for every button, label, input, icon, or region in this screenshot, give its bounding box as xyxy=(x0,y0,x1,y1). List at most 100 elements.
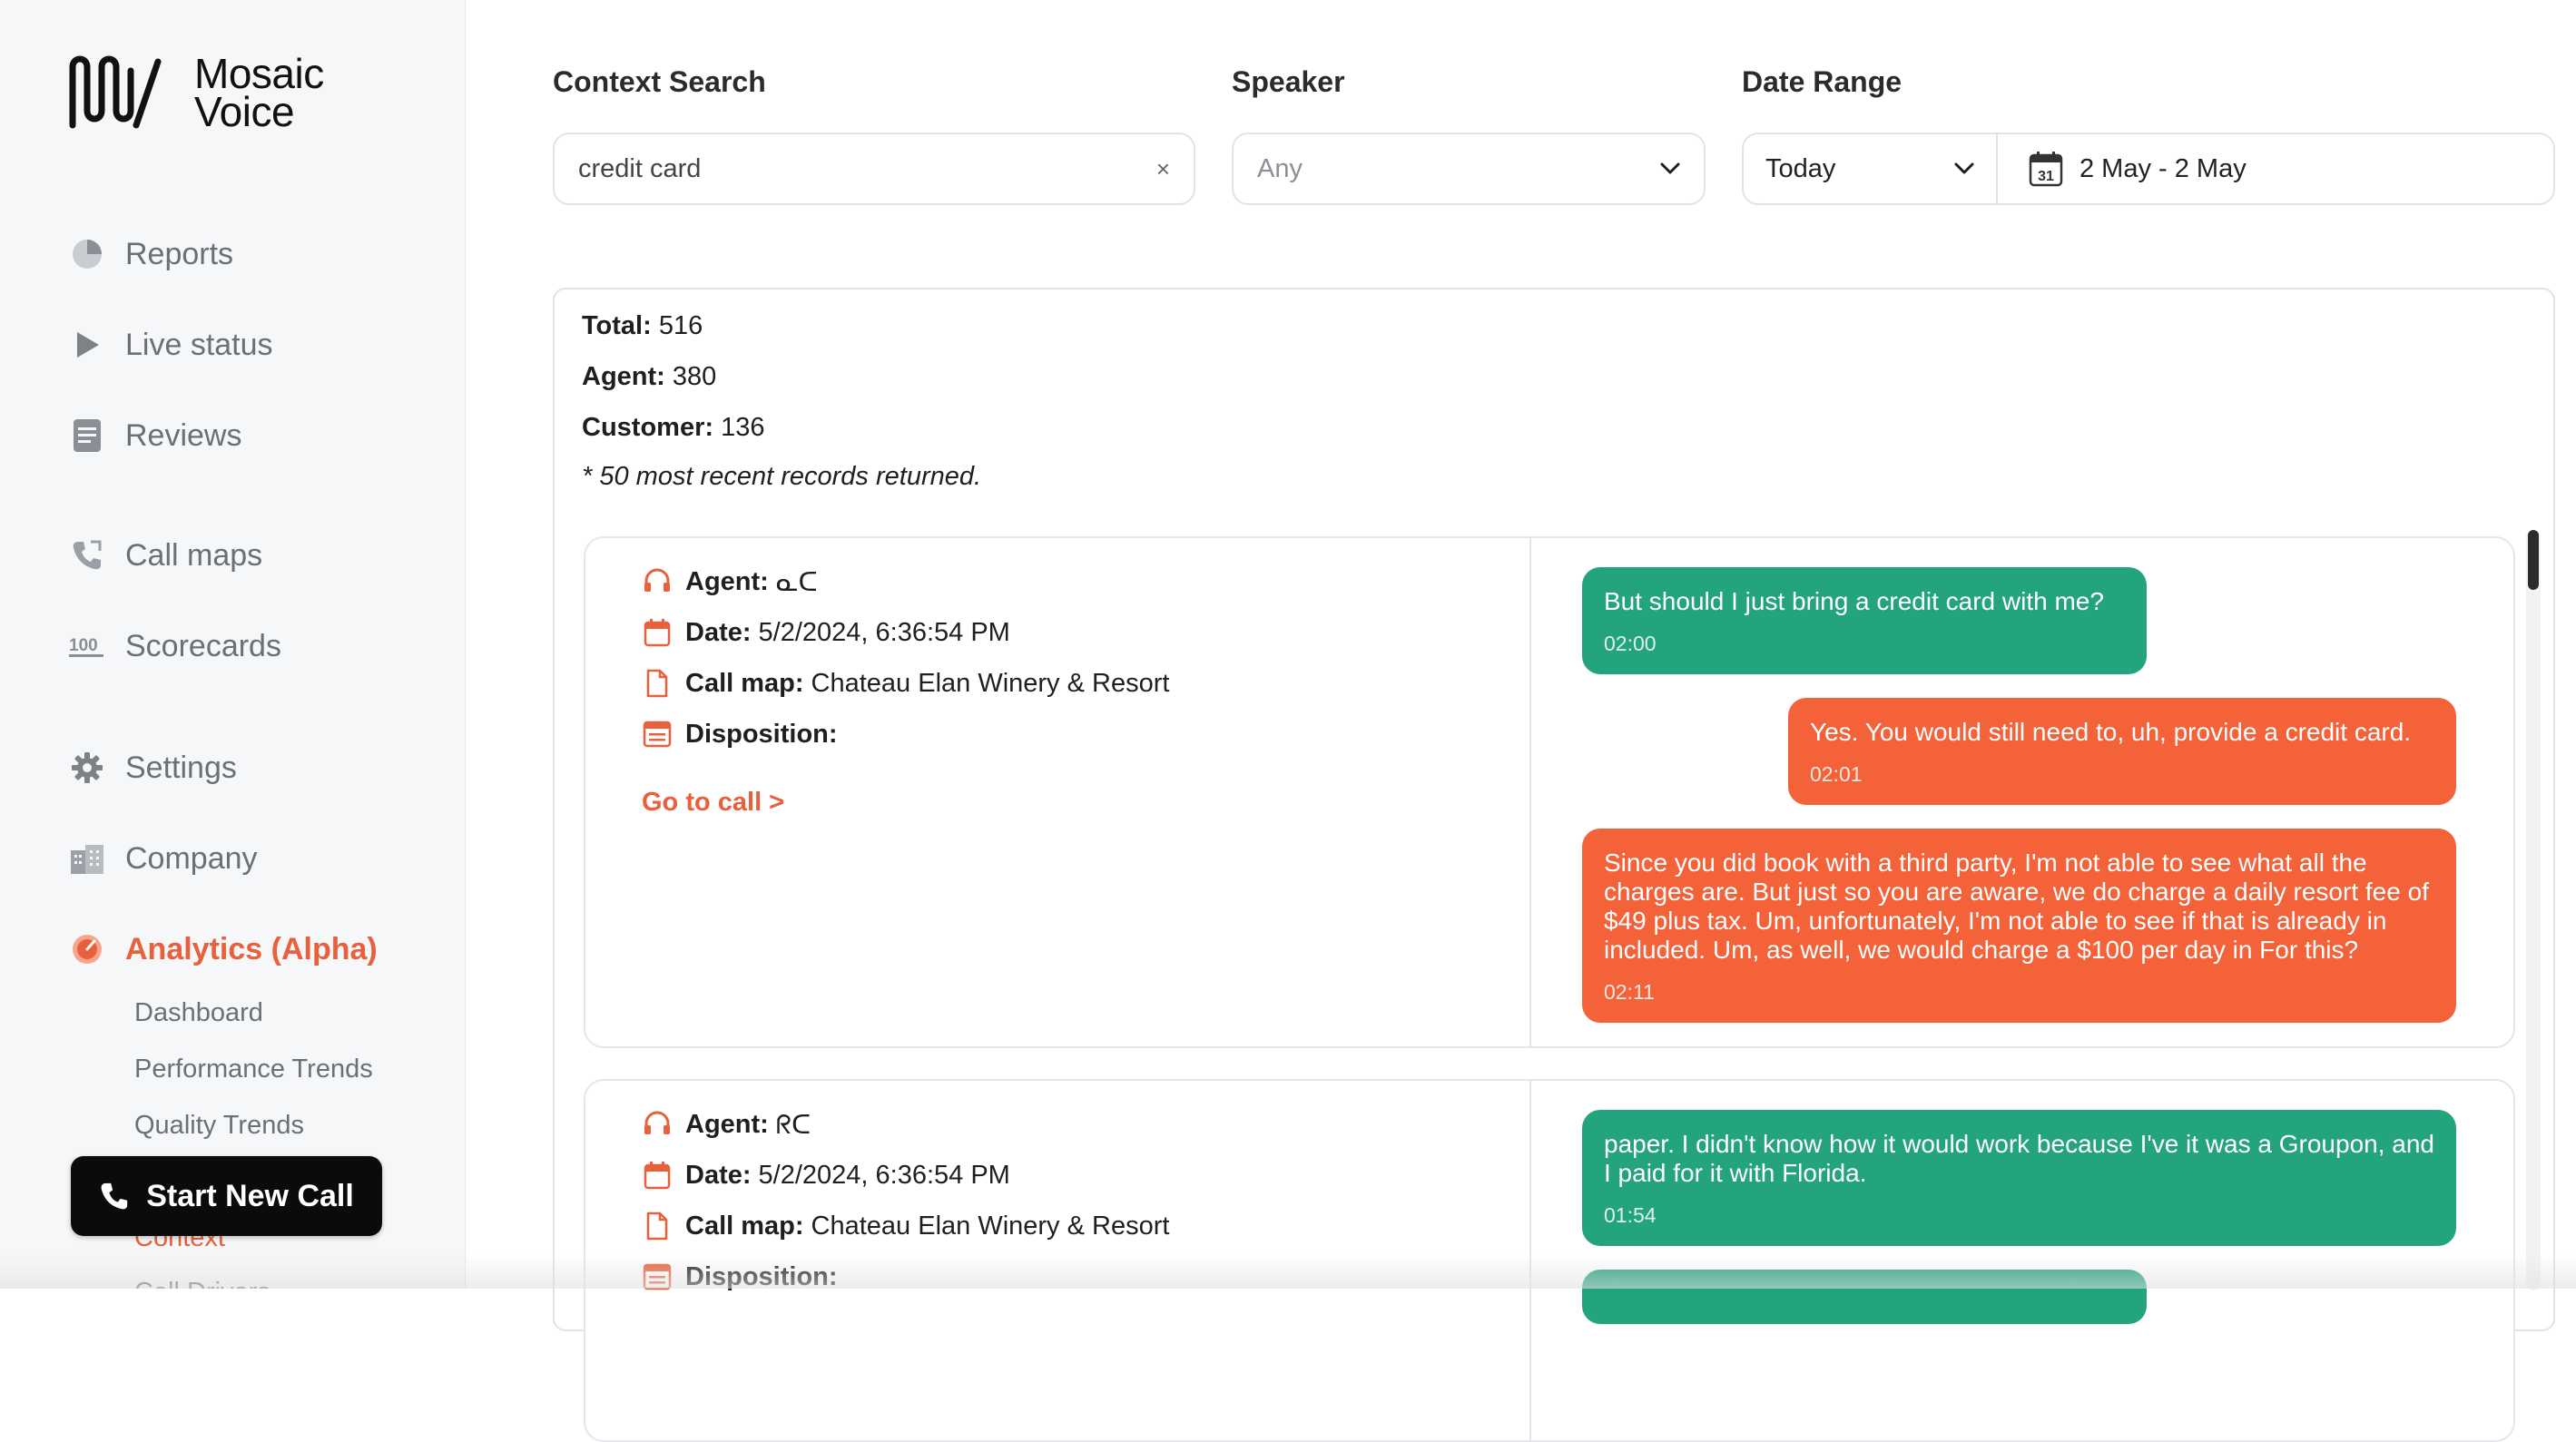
nav-label: Settings xyxy=(125,750,237,785)
subnav-quality-trends[interactable]: Quality Trends xyxy=(134,1111,304,1141)
mosaic-logo-icon xyxy=(69,55,162,129)
agent-label: Agent: xyxy=(685,566,769,596)
nav-company[interactable]: Company xyxy=(67,839,258,878)
logo-text: Mosaic Voice xyxy=(194,50,324,135)
gear-icon xyxy=(67,748,107,788)
agent-row: Agent: ᓇᑕ xyxy=(642,565,818,598)
disposition-label: Disposition: xyxy=(685,1261,838,1291)
file-icon xyxy=(642,667,673,700)
total-stat: Total: 516 xyxy=(582,311,703,341)
date-row: Date: 5/2/2024, 6:36:54 PM xyxy=(642,616,1010,649)
go-to-call-link[interactable]: Go to call > xyxy=(642,788,784,818)
svg-text:100: 100 xyxy=(69,636,98,655)
clear-icon[interactable]: × xyxy=(1156,155,1170,183)
logo-line-2: Voice xyxy=(194,88,295,135)
total-value: 516 xyxy=(658,311,703,340)
document-icon xyxy=(67,416,107,456)
message-bubble: But should I just bring a credit card wi… xyxy=(1582,567,2147,674)
card-divider xyxy=(1529,1081,1531,1440)
phone-icon xyxy=(99,1181,130,1211)
date-value: 5/2/2024, 6:36:54 PM xyxy=(758,617,1010,647)
nav-label: Live status xyxy=(125,327,273,362)
nav-scorecards[interactable]: 100 Scorecards xyxy=(67,626,281,666)
context-search-input[interactable]: credit card × xyxy=(553,132,1195,205)
subnav-call-drivers[interactable]: Call Drivers xyxy=(134,1278,270,1289)
message-bubble: paper. I didn't know how it would work b… xyxy=(1582,1110,2456,1246)
agent-label: Agent: xyxy=(685,1109,769,1139)
records-note: * 50 most recent records returned. xyxy=(582,462,982,491)
logo-line-1: Mosaic xyxy=(194,50,324,97)
calendar-icon: 31 xyxy=(2029,151,2063,187)
pie-chart-icon xyxy=(67,234,107,274)
agent-value: ᓇᑕ xyxy=(775,567,818,597)
sidebar: Mosaic Voice Reports Live status Reviews… xyxy=(0,0,466,1289)
card-divider xyxy=(1529,538,1531,1046)
date-range-picker[interactable]: 31 2 May - 2 May xyxy=(1998,134,2553,203)
customer-count-value: 136 xyxy=(721,413,765,442)
play-icon xyxy=(67,325,107,365)
start-new-call-button[interactable]: Start New Call xyxy=(71,1156,382,1236)
customer-stat: Customer: 136 xyxy=(582,413,764,443)
date-label: Date: xyxy=(685,1160,752,1190)
speaker-placeholder: Any xyxy=(1257,153,1303,183)
customer-count-label: Customer: xyxy=(582,413,714,442)
nav-label: Reports xyxy=(125,236,234,271)
message-time: 02:01 xyxy=(1810,762,1863,786)
message-text: paper. I didn't know how it would work b… xyxy=(1604,1130,2434,1187)
speaker-label: Speaker xyxy=(1232,65,1345,98)
hundred-icon: 100 xyxy=(67,626,107,666)
message-time: 02:00 xyxy=(1604,632,1657,655)
calendar-icon xyxy=(642,1159,673,1192)
scrollbar-thumb[interactable] xyxy=(2528,530,2539,590)
message-bubble: Yes. You would still need to, uh, provid… xyxy=(1788,698,2456,805)
result-card: Agent: ᓇᑕ Date: 5/2/2024, 6:36:54 PM Call … xyxy=(584,536,2515,1048)
nav-label: Company xyxy=(125,840,258,876)
scrollbar-track[interactable] xyxy=(2526,530,2541,1290)
message-bubble xyxy=(1582,1270,2147,1324)
start-call-label: Start New Call xyxy=(146,1178,354,1213)
logo[interactable]: Mosaic Voice xyxy=(67,50,324,135)
total-label: Total: xyxy=(582,311,652,340)
calendar-icon xyxy=(642,616,673,649)
subnav-dashboard[interactable]: Dashboard xyxy=(134,998,263,1028)
date-range-label: Date Range xyxy=(1742,65,1903,98)
date-range-control: Today 31 2 May - 2 May xyxy=(1742,132,2555,205)
nav-call-maps[interactable]: Call maps xyxy=(67,535,262,575)
main-content: Context Search credit card × Speaker Any… xyxy=(466,0,2576,1442)
headset-icon xyxy=(642,565,673,598)
nav-label: Scorecards xyxy=(125,628,281,663)
date-preset-select[interactable]: Today xyxy=(1744,134,1998,203)
date-row: Date: 5/2/2024, 6:36:54 PM xyxy=(642,1159,1010,1192)
agent-stat: Agent: 380 xyxy=(582,362,716,392)
chevron-down-icon xyxy=(1660,162,1680,175)
message-text: Since you did book with a third party, I… xyxy=(1604,849,2429,964)
message-time: 01:54 xyxy=(1604,1203,1657,1227)
disposition-label: Disposition: xyxy=(685,719,838,749)
nav-reviews[interactable]: Reviews xyxy=(67,416,241,456)
call-map-value: Chateau Elan Winery & Resort xyxy=(811,668,1170,698)
nav-settings[interactable]: Settings xyxy=(67,748,237,788)
call-map-label: Call map: xyxy=(685,668,804,698)
message-text: But should I just bring a credit card wi… xyxy=(1604,587,2104,615)
agent-value: ᖇᑕ xyxy=(775,1110,811,1140)
agent-row: Agent: ᖇᑕ xyxy=(642,1108,811,1141)
headset-icon xyxy=(642,1108,673,1141)
list-icon xyxy=(642,718,673,750)
calendar-day-text: 31 xyxy=(2038,169,2054,184)
nav-reports[interactable]: Reports xyxy=(67,234,233,274)
chevron-down-icon xyxy=(1954,162,1974,175)
nav-label: Analytics (Alpha) xyxy=(125,931,378,966)
context-search-value: credit card xyxy=(578,153,702,183)
message-text: Yes. You would still need to, uh, provid… xyxy=(1810,718,2412,746)
speaker-select[interactable]: Any xyxy=(1232,132,1706,205)
result-card: Agent: ᖇᑕ Date: 5/2/2024, 6:36:54 PM Call … xyxy=(584,1079,2515,1442)
message-bubble: Since you did book with a third party, I… xyxy=(1582,829,2456,1023)
nav-analytics[interactable]: Analytics (Alpha) xyxy=(67,929,378,969)
nav-label: Call maps xyxy=(125,537,263,573)
date-preset-value: Today xyxy=(1765,153,1836,183)
subnav-performance-trends[interactable]: Performance Trends xyxy=(134,1055,373,1084)
nav-live-status[interactable]: Live status xyxy=(67,325,273,365)
disposition-row: Disposition: xyxy=(642,718,845,750)
agent-count-label: Agent: xyxy=(582,362,665,391)
agent-count-value: 380 xyxy=(672,362,717,391)
